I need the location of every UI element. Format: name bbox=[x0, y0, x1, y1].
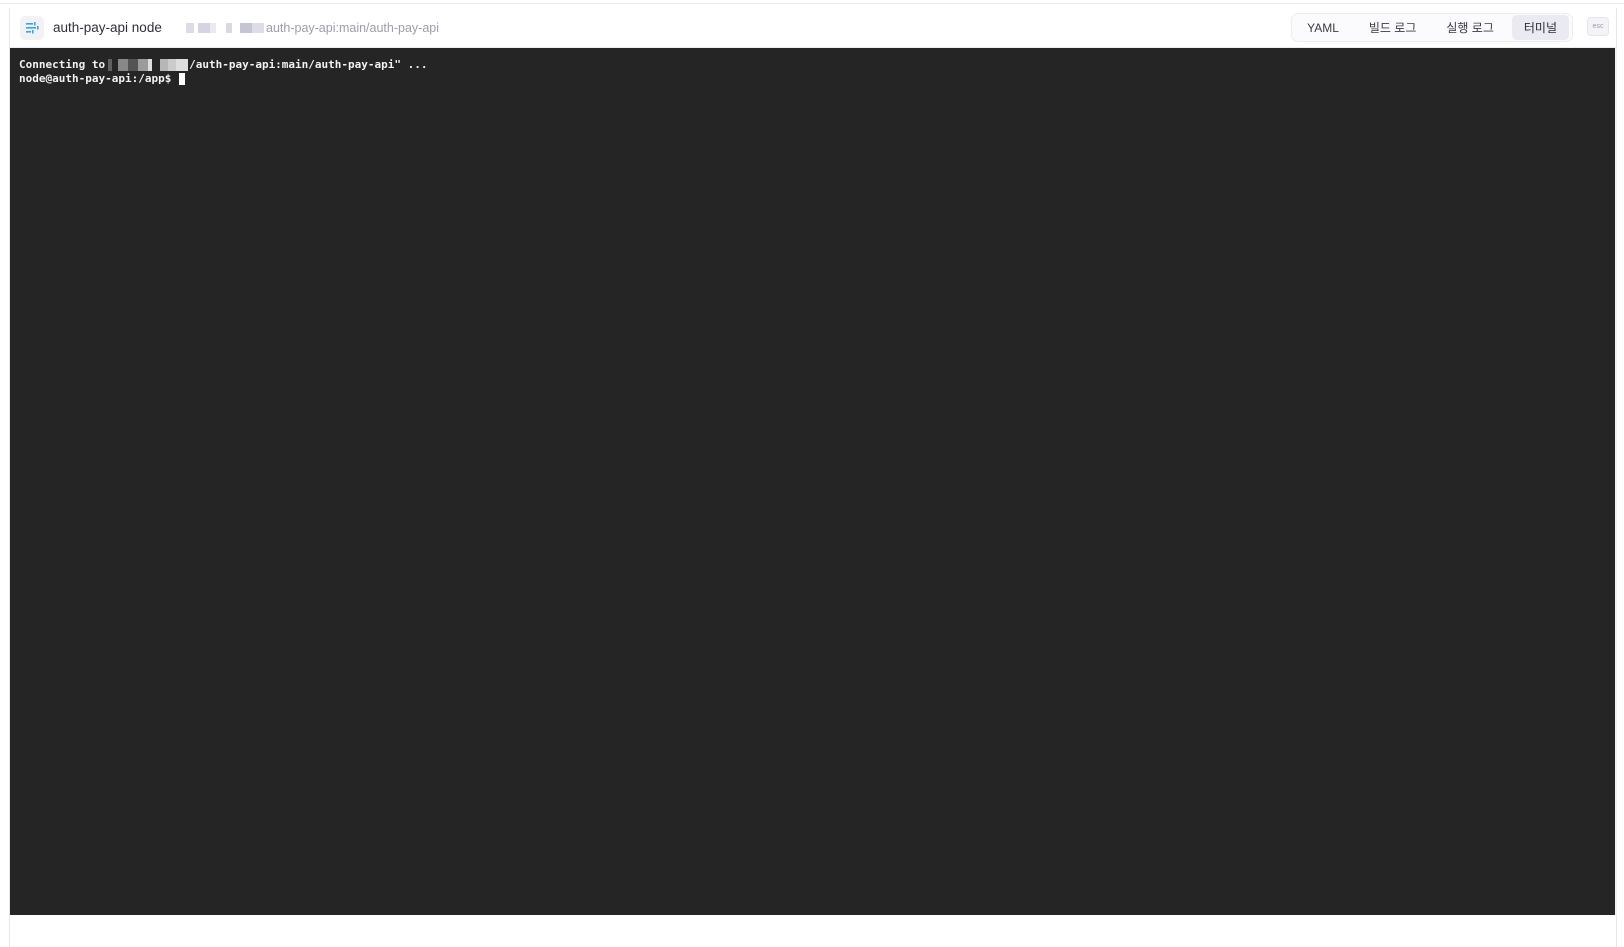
panel-header: auth-pay-api node auth-pay-api:main/auth… bbox=[10, 8, 1616, 48]
connecting-line: Connecting to /auth-pay-api:main/auth-pa… bbox=[19, 58, 1607, 72]
sliders-icon bbox=[20, 16, 44, 40]
terminal-cursor bbox=[179, 73, 186, 85]
connecting-prefix: Connecting to bbox=[19, 58, 106, 71]
redacted-address bbox=[108, 59, 189, 71]
terminal-panel: auth-pay-api node auth-pay-api:main/auth… bbox=[9, 8, 1617, 947]
breadcrumb: auth-pay-api:main/auth-pay-api bbox=[186, 20, 439, 36]
view-tabs: YAML 빌드 로그 실행 로그 터미널 bbox=[1291, 13, 1573, 42]
tab-yaml[interactable]: YAML bbox=[1295, 17, 1351, 39]
scrollbar[interactable] bbox=[1615, 48, 1617, 915]
shell-prompt: node@auth-pay-api:/app$ bbox=[19, 72, 172, 85]
page-title: auth-pay-api node bbox=[53, 20, 162, 35]
terminal-output[interactable]: Connecting to /auth-pay-api:main/auth-pa… bbox=[10, 48, 1616, 915]
tab-terminal[interactable]: 터미널 bbox=[1511, 15, 1569, 40]
connecting-target: /auth-pay-api:main/auth-pay-api" ... bbox=[189, 58, 428, 71]
close-esc-button[interactable]: esc bbox=[1587, 17, 1609, 36]
redacted-host bbox=[186, 23, 264, 33]
prompt-line: node@auth-pay-api:/app$ bbox=[19, 72, 1607, 86]
tab-build-log[interactable]: 빌드 로그 bbox=[1357, 15, 1429, 40]
tab-run-log[interactable]: 실행 로그 bbox=[1434, 15, 1506, 40]
resource-path: auth-pay-api:main/auth-pay-api bbox=[266, 21, 440, 35]
top-divider bbox=[0, 3, 1624, 4]
